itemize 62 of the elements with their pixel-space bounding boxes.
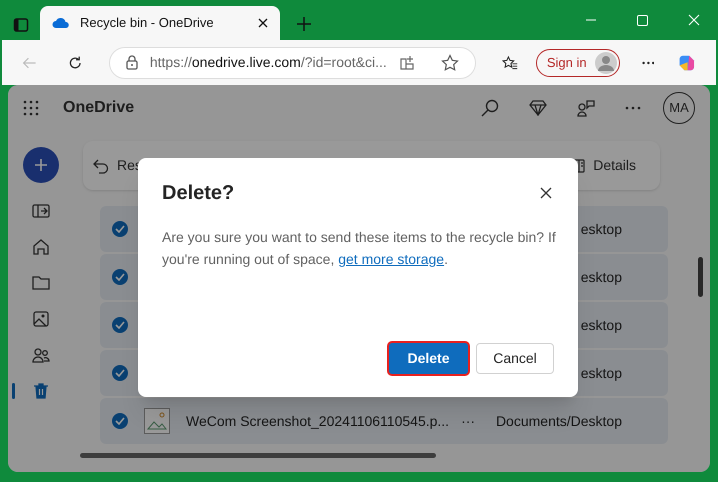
maximize-icon[interactable] <box>637 15 648 26</box>
checked-checkbox[interactable] <box>112 413 128 429</box>
vertical-scrollbar[interactable] <box>698 257 703 297</box>
checked-checkbox[interactable] <box>112 365 128 381</box>
people-icon[interactable] <box>32 346 50 364</box>
address-bar[interactable]: https://onedrive.live.com/?id=root&ci... <box>108 46 476 78</box>
collapse-pane-icon[interactable] <box>32 202 50 220</box>
url-text: https://onedrive.live.com/?id=root&ci... <box>150 53 387 72</box>
plus-icon <box>34 158 48 172</box>
checkmark-icon <box>115 417 125 425</box>
delete-button[interactable]: Delete <box>389 343 468 374</box>
checked-checkbox[interactable] <box>112 221 128 237</box>
trash-icon[interactable] <box>32 382 50 400</box>
star-icon[interactable] <box>440 54 459 72</box>
tab-actions-icon[interactable] <box>13 17 29 33</box>
sign-in-button[interactable]: Sign in <box>536 48 620 76</box>
people-icon[interactable] <box>577 99 595 117</box>
tab-title: Recycle bin - OneDrive <box>80 14 215 32</box>
undo-arrow-icon[interactable] <box>93 158 109 174</box>
file-location: esktop <box>580 364 622 383</box>
file-location: Documents/Desktop <box>496 412 622 431</box>
cloud-icon <box>52 17 70 29</box>
file-location: esktop <box>580 220 622 239</box>
dialog-message: Are you sure you want to send these items to the recycle bin? If you're running out of space, get more storage. <box>162 228 557 269</box>
file-location: esktop <box>580 268 622 287</box>
profile-avatar-icon <box>594 52 617 74</box>
dialog-title: Delete? <box>162 181 236 206</box>
file-name[interactable]: WeCom Screenshot_20241106110545.p... <box>186 410 450 432</box>
file-row[interactable]: WeCom Screenshot_20241106110545.p... ··· Documents/Desktop <box>100 398 668 444</box>
file-location: esktop <box>580 316 622 335</box>
checkmark-icon <box>115 321 125 329</box>
more-icon[interactable] <box>642 60 654 64</box>
photo-icon[interactable] <box>32 310 50 328</box>
details-label[interactable]: Details <box>593 155 636 176</box>
checked-checkbox[interactable] <box>112 269 128 285</box>
home-icon[interactable] <box>32 238 50 256</box>
get-more-storage-link[interactable]: get more storage <box>338 251 444 267</box>
cancel-button[interactable]: Cancel <box>476 343 554 374</box>
diamond-icon[interactable] <box>529 100 547 116</box>
more-icon[interactable] <box>625 106 641 110</box>
browser-tab[interactable]: Recycle bin - OneDrive <box>40 6 280 40</box>
close-icon[interactable] <box>540 187 552 199</box>
checkmark-icon <box>115 273 125 281</box>
favorites-icon[interactable] <box>502 54 518 72</box>
search-icon[interactable] <box>481 99 499 117</box>
new-button[interactable] <box>23 147 59 183</box>
user-avatar[interactable]: MA <box>663 92 695 124</box>
checkmark-icon <box>115 225 125 233</box>
checkmark-icon <box>115 369 125 377</box>
new-tab-icon[interactable] <box>296 16 312 32</box>
horizontal-scrollbar[interactable] <box>80 453 436 458</box>
app-launcher-icon[interactable] <box>23 100 39 116</box>
folder-icon[interactable] <box>32 274 50 292</box>
more-options[interactable]: ··· <box>461 410 476 432</box>
app-title: OneDrive <box>63 98 136 118</box>
app-add-icon[interactable] <box>398 54 415 70</box>
checked-checkbox[interactable] <box>112 317 128 333</box>
close-icon[interactable] <box>258 18 268 28</box>
refresh-icon[interactable] <box>68 54 83 72</box>
lock-icon <box>126 55 138 70</box>
image-file-icon <box>144 408 170 434</box>
close-window-icon[interactable] <box>688 14 700 26</box>
